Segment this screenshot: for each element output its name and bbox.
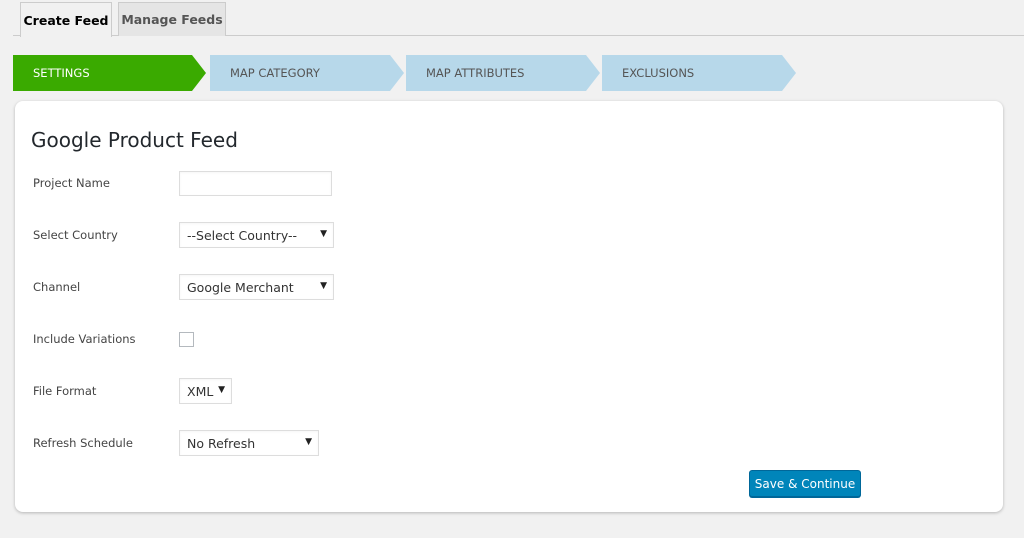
tab-manage-feeds[interactable]: Manage Feeds <box>118 2 226 36</box>
step-map-attributes[interactable]: MAP ATTRIBUTES <box>406 55 600 91</box>
channel-value: Google Merchant <box>187 279 294 295</box>
country-label: Select Country <box>33 228 118 242</box>
country-row: Select Country --Select Country-- ▼ <box>33 222 334 248</box>
file-format-row: File Format XML ▼ <box>33 378 232 404</box>
chevron-down-icon: ▼ <box>218 385 225 395</box>
project-name-input[interactable] <box>179 170 332 196</box>
include-variations-checkbox[interactable] <box>179 331 194 347</box>
page-title: Google Product Feed <box>31 128 238 152</box>
save-continue-button[interactable]: Save & Continue <box>749 470 861 497</box>
wizard-steps: SETTINGS MAP CATEGORY MAP ATTRIBUTES EXC… <box>13 55 813 91</box>
chevron-down-icon: ▼ <box>320 229 327 239</box>
tab-create-feed[interactable]: Create Feed <box>20 2 112 37</box>
variations-label: Include Variations <box>33 332 136 346</box>
file-format-value: XML <box>187 383 214 399</box>
project-name-row: Project Name <box>33 170 332 196</box>
channel-label: Channel <box>33 280 81 294</box>
channel-select[interactable]: Google Merchant ▼ <box>179 274 334 300</box>
project-name-label: Project Name <box>33 176 110 190</box>
file-format-select[interactable]: XML ▼ <box>179 378 232 404</box>
file-format-label: File Format <box>33 384 97 398</box>
step-settings[interactable]: SETTINGS <box>13 55 206 91</box>
channel-row: Channel Google Merchant ▼ <box>33 274 334 300</box>
chevron-down-icon: ▼ <box>320 281 327 291</box>
refresh-row: Refresh Schedule No Refresh ▼ <box>33 430 319 456</box>
chevron-down-icon: ▼ <box>305 437 312 447</box>
refresh-label: Refresh Schedule <box>33 436 133 450</box>
step-exclusions[interactable]: EXCLUSIONS <box>602 55 796 91</box>
variations-row: Include Variations <box>33 326 194 352</box>
step-map-category[interactable]: MAP CATEGORY <box>210 55 404 91</box>
country-value: --Select Country-- <box>187 227 298 243</box>
feed-tabs: Create Feed Manage Feeds <box>13 0 1024 37</box>
country-select[interactable]: --Select Country-- ▼ <box>179 222 334 248</box>
refresh-value: No Refresh <box>187 435 256 451</box>
refresh-schedule-select[interactable]: No Refresh ▼ <box>179 430 319 456</box>
settings-card: Google Product Feed Project Name Select … <box>15 101 1003 512</box>
